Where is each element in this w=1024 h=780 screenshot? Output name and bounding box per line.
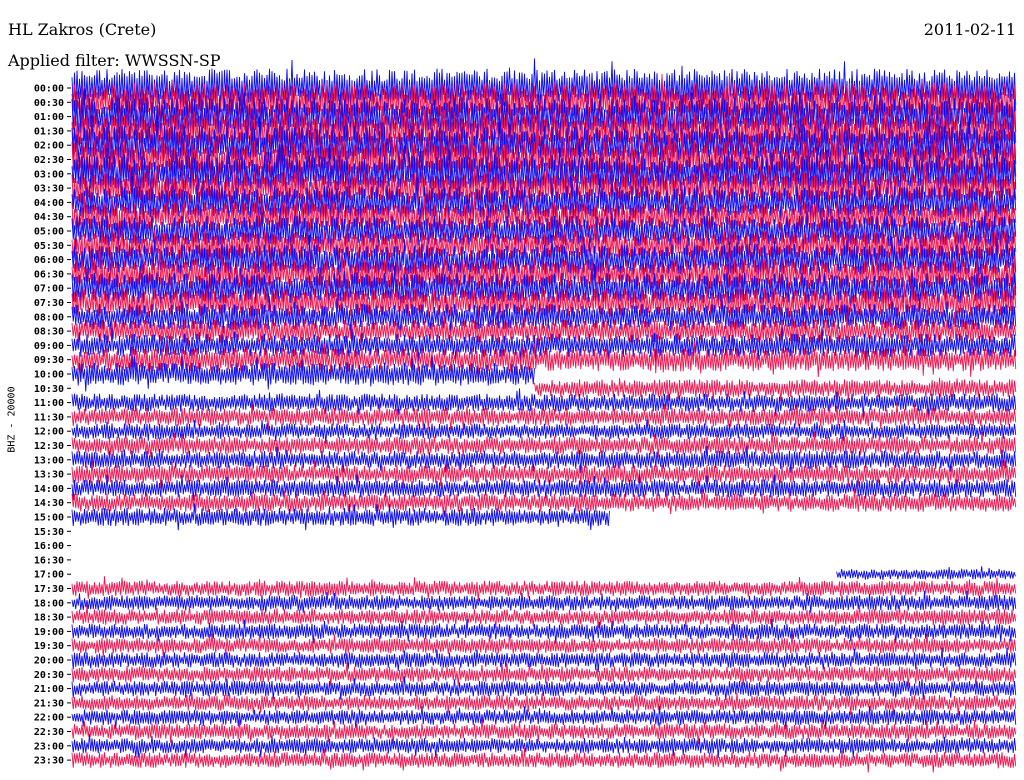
row-time-label: 20:00 [34,656,64,667]
row-time-label: 06:30 [34,269,64,280]
seismic-trace-1730 [71,576,1017,601]
row-time-label: 19:00 [34,627,64,638]
row-time-label: 10:00 [34,370,64,381]
row-time-label: 09:30 [34,355,64,366]
row-time-label: 11:00 [34,398,64,409]
row-time-label: 17:30 [34,584,64,595]
row-time-label: 02:00 [34,141,64,152]
row-time-label: 08:30 [34,327,64,338]
row-time-label: 20:30 [34,670,64,681]
row-time-label: 02:30 [34,155,64,166]
row-time-label: 14:30 [34,498,64,509]
row-time-label: 17:00 [34,570,64,581]
row-time-label: 12:30 [34,441,64,452]
row-time-label: 09:00 [34,341,64,352]
row-time-label: 19:30 [34,641,64,652]
row-time-label: 07:00 [34,284,64,295]
row-time-label: 15:00 [34,513,64,524]
row-time-label: 12:00 [34,427,64,438]
seismic-trace-1030 [534,377,1017,403]
row-time-label: 16:30 [34,555,64,566]
row-time-label: 15:30 [34,527,64,538]
row-time-label: 03:00 [34,169,64,180]
row-time-label: 03:30 [34,184,64,195]
row-time-label: 00:30 [34,98,64,109]
row-time-label: 23:00 [34,741,64,752]
row-time-label: 18:00 [34,598,64,609]
row-time-label: 01:00 [34,112,64,123]
row-time-label: 21:00 [34,684,64,695]
row-time-label: 13:00 [34,455,64,466]
row-time-label: 11:30 [34,412,64,423]
row-time-label: 07:30 [34,298,64,309]
row-time-label: 00:00 [34,84,64,95]
row-time-label: 06:00 [34,255,64,266]
seismic-trace-1700 [836,566,1016,580]
row-time-label: 04:00 [34,198,64,209]
row-time-label: 10:30 [34,384,64,395]
row-time-label: 08:00 [34,312,64,323]
row-time-label: 05:00 [34,227,64,238]
helicorder-plot: 00:00 00:30 01:00 01:30 02:00 02:30 03:00 03:30… [34,58,1017,773]
seismic-trace-2300 [71,734,1017,758]
seismic-trace-2200 [71,705,1017,730]
row-time-label: 22:30 [34,727,64,738]
row-time-label: 21:30 [34,698,64,709]
row-time-label: 04:30 [34,212,64,223]
seismic-trace-2330 [71,747,1017,773]
row-time-label: 22:00 [34,713,64,724]
row-time-label: 23:30 [34,756,64,767]
row-time-label: 16:00 [34,541,64,552]
row-time-label: 14:00 [34,484,64,495]
row-time-label: 05:30 [34,241,64,252]
row-time-label: 01:30 [34,126,64,137]
row-time-label: 13:30 [34,470,64,481]
row-time-label: 18:30 [34,613,64,624]
